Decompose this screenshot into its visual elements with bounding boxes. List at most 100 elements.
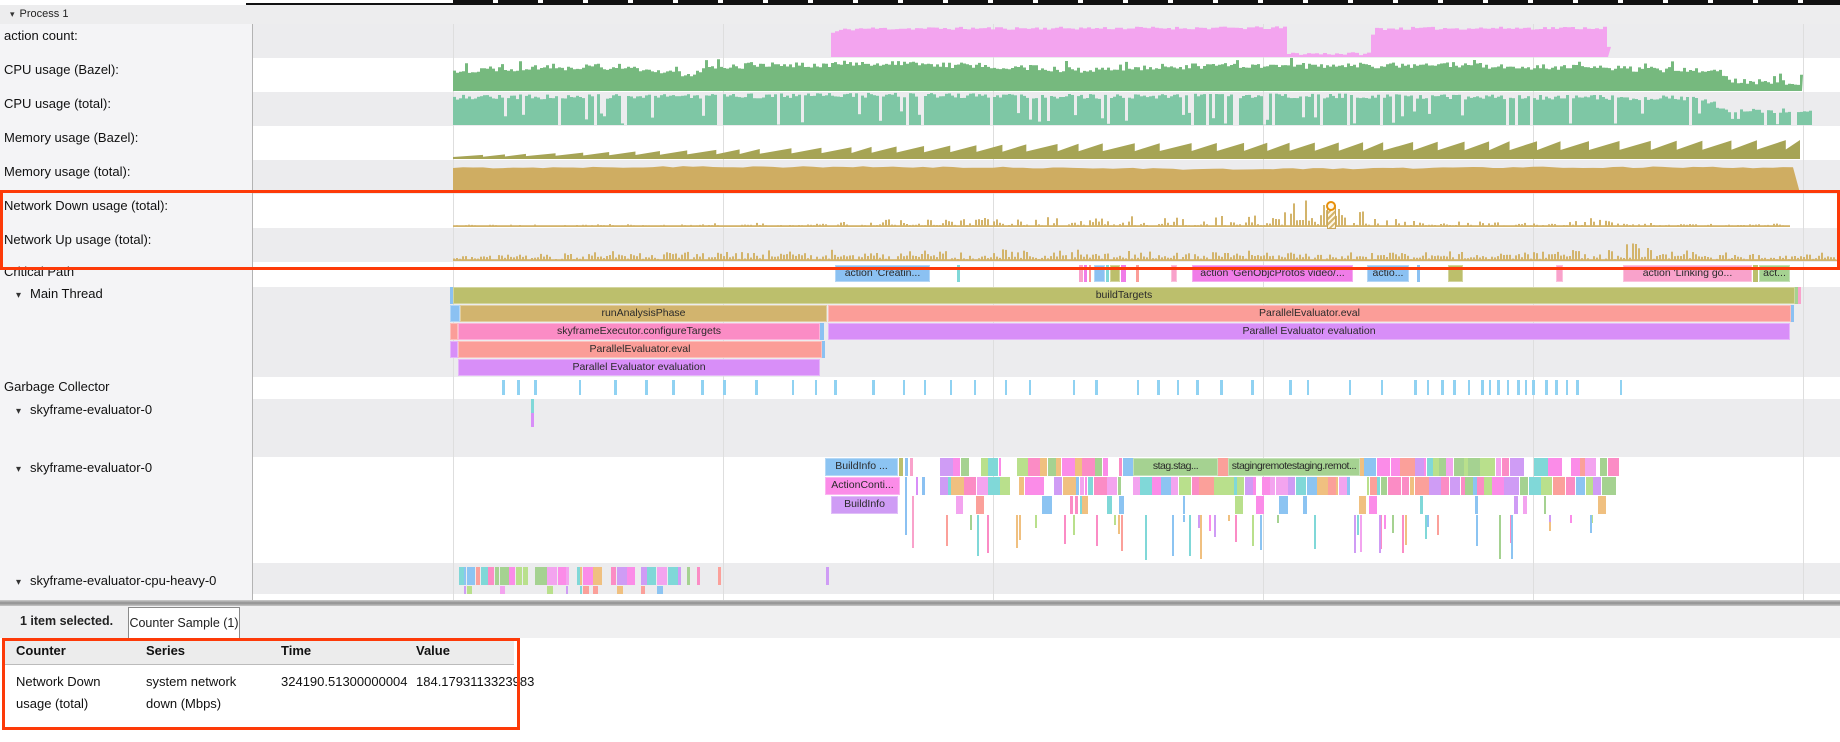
evaluator-slice[interactable] [1450, 477, 1460, 495]
evaluator-slice[interactable] [1377, 458, 1390, 476]
evaluator-slice[interactable] [1140, 477, 1151, 495]
evaluator-slice[interactable] [1586, 477, 1593, 495]
evaluator-slice[interactable] [1082, 496, 1088, 514]
evaluator-slice[interactable] [1454, 458, 1464, 476]
evaluator-slice[interactable] [1369, 496, 1377, 514]
evaluator-slice[interactable] [1571, 458, 1580, 476]
evaluator-slice[interactable] [1000, 477, 1010, 495]
evaluator-slice[interactable] [1183, 496, 1185, 514]
evaluator-slice[interactable] [1025, 477, 1036, 495]
evaluator-slice[interactable] [1461, 477, 1465, 495]
main-thread-slice[interactable]: runAnalysisPhase [460, 305, 827, 322]
evaluator-slice[interactable] [1520, 477, 1529, 495]
cpu-heavy-slice[interactable] [476, 567, 481, 585]
evaluator-slice[interactable] [1056, 458, 1061, 476]
critical-path-slice[interactable]: act... [1759, 265, 1790, 282]
track-canvas[interactable]: action 'Creatin...action 'GenObjcProtos … [0, 0, 1840, 600]
critical-path-slice[interactable]: action 'Linking go... [1623, 265, 1752, 282]
evaluator-slice[interactable] [1492, 477, 1504, 495]
critical-path-sliver[interactable] [1448, 265, 1463, 282]
evaluator-slice[interactable] [1017, 458, 1028, 476]
evaluator-slice[interactable] [1566, 477, 1576, 495]
evaluator-sliver[interactable] [916, 477, 918, 495]
evaluator-sliver[interactable] [905, 458, 908, 476]
evaluator-slice[interactable] [1465, 477, 1473, 495]
evaluator-slice[interactable] [1040, 458, 1047, 476]
cpu-heavy-slice[interactable] [509, 567, 515, 585]
evaluator-slice[interactable] [1585, 458, 1596, 476]
evaluator-slice[interactable] [1441, 477, 1449, 495]
evaluator-slice[interactable] [1103, 458, 1109, 476]
evaluator-slice[interactable] [1415, 477, 1429, 495]
critical-path-sliver[interactable] [1753, 265, 1758, 282]
evaluator-slice[interactable] [1502, 458, 1510, 476]
evaluator-slice[interactable] [1370, 477, 1377, 495]
evaluator-slice[interactable] [1420, 496, 1423, 514]
counter-chart-mem-bazel[interactable] [253, 126, 1840, 160]
evaluator-slice[interactable] [1171, 477, 1178, 495]
evaluator-slice[interactable] [992, 477, 999, 495]
table-row[interactable]: Network Down usage (total) system networ… [2, 665, 514, 715]
cpu-heavy-slice[interactable] [826, 567, 829, 585]
evaluator-slice[interactable] [1152, 477, 1160, 495]
evaluator-slice[interactable] [1225, 477, 1234, 495]
critical-path-sliver[interactable] [1106, 265, 1109, 282]
evaluator-slice[interactable] [1080, 477, 1085, 495]
cpu-heavy-slice[interactable] [558, 567, 566, 585]
evaluator-slice[interactable] [1288, 477, 1295, 495]
evaluator-slice[interactable] [1402, 477, 1409, 495]
evaluator-slice[interactable] [1347, 477, 1350, 495]
critical-path-sliver[interactable] [1094, 265, 1105, 282]
main-thread-sliver[interactable] [450, 341, 458, 358]
evaluator-slice[interactable] [1262, 477, 1269, 495]
evaluator-slice[interactable] [1095, 458, 1102, 476]
evaluator-slice[interactable] [1464, 458, 1468, 476]
evaluator-labeled-slice[interactable]: ActionConti... [825, 477, 900, 495]
evaluator-slice[interactable] [1028, 458, 1039, 476]
cpu-heavy-slice[interactable] [583, 567, 593, 585]
evaluator-slice[interactable] [1075, 496, 1078, 514]
main-thread-slice[interactable]: buildTargets [453, 287, 1795, 304]
cpu-heavy-slice[interactable] [627, 567, 635, 585]
evaluator-slice[interactable] [1510, 458, 1524, 476]
counter-chart-cpu-total[interactable] [253, 92, 1840, 126]
evaluator-slice[interactable] [1279, 496, 1288, 514]
cpu-heavy-slice[interactable] [718, 567, 721, 585]
evaluator-slice[interactable] [1496, 458, 1501, 476]
evaluator-slice[interactable] [1598, 496, 1606, 514]
evaluator-slice[interactable] [1019, 477, 1025, 495]
evaluator-slice[interactable] [1119, 458, 1123, 476]
evaluator-slice[interactable] [940, 458, 953, 476]
evaluator-slice[interactable] [1480, 458, 1495, 476]
evaluator-slice[interactable] [1088, 477, 1094, 495]
cpu-heavy-slice[interactable] [547, 567, 557, 585]
cpu-heavy-slice[interactable] [617, 567, 627, 585]
critical-path-sliver[interactable] [1121, 265, 1126, 282]
evaluator-slice[interactable] [1529, 477, 1541, 495]
critical-path-sliver[interactable] [1079, 265, 1083, 282]
evaluator-slice[interactable] [1415, 458, 1424, 476]
cpu-heavy-slice[interactable] [516, 567, 523, 585]
evaluator-sliver[interactable] [922, 477, 925, 495]
cpu-heavy-slice[interactable] [481, 567, 488, 585]
evaluator-slice[interactable] [1054, 477, 1062, 495]
evaluator-slice[interactable] [953, 458, 960, 476]
cpu-heavy-slice[interactable] [535, 567, 547, 585]
counter-chart-action-count[interactable] [253, 24, 1840, 58]
cpu-heavy-slice[interactable] [647, 567, 656, 585]
evaluator-slice[interactable] [1608, 458, 1619, 476]
cpu-heavy-slice[interactable] [687, 567, 690, 585]
critical-path-slice[interactable]: action 'GenObjcProtos video/... [1192, 265, 1353, 282]
evaluator-slice[interactable] [1192, 477, 1199, 495]
evaluator-slice[interactable] [1410, 477, 1415, 495]
evaluator-slice[interactable] [1477, 477, 1484, 495]
evaluator-slice[interactable] [1253, 477, 1256, 495]
critical-path-sliver[interactable] [1089, 265, 1091, 282]
evaluator-slice[interactable] [961, 458, 970, 476]
main-thread-slice[interactable]: ParallelEvaluator.eval [458, 341, 822, 358]
evaluator-slice[interactable] [1317, 477, 1328, 495]
main-thread-sliver[interactable] [450, 305, 460, 322]
evaluator-slice[interactable] [1439, 458, 1446, 476]
main-thread-sliver[interactable] [1798, 287, 1801, 304]
evaluator-slice[interactable] [951, 477, 964, 495]
